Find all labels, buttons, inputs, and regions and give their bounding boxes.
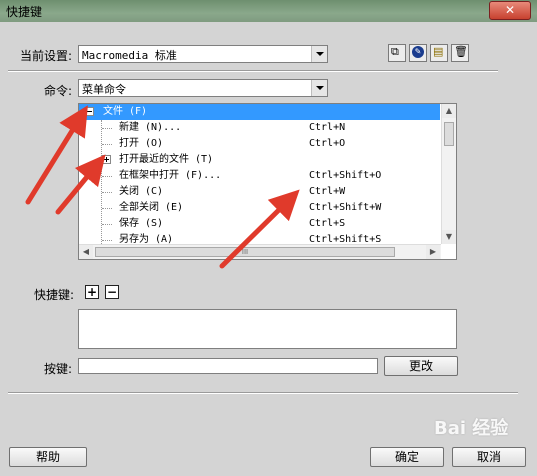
annotation-arrow — [25, 105, 88, 205]
annotation-arrows — [25, 105, 300, 269]
annotation-arrow — [55, 154, 106, 215]
watermark-logo: Bai 经验 — [434, 418, 509, 439]
annotation-arrow — [219, 189, 300, 269]
